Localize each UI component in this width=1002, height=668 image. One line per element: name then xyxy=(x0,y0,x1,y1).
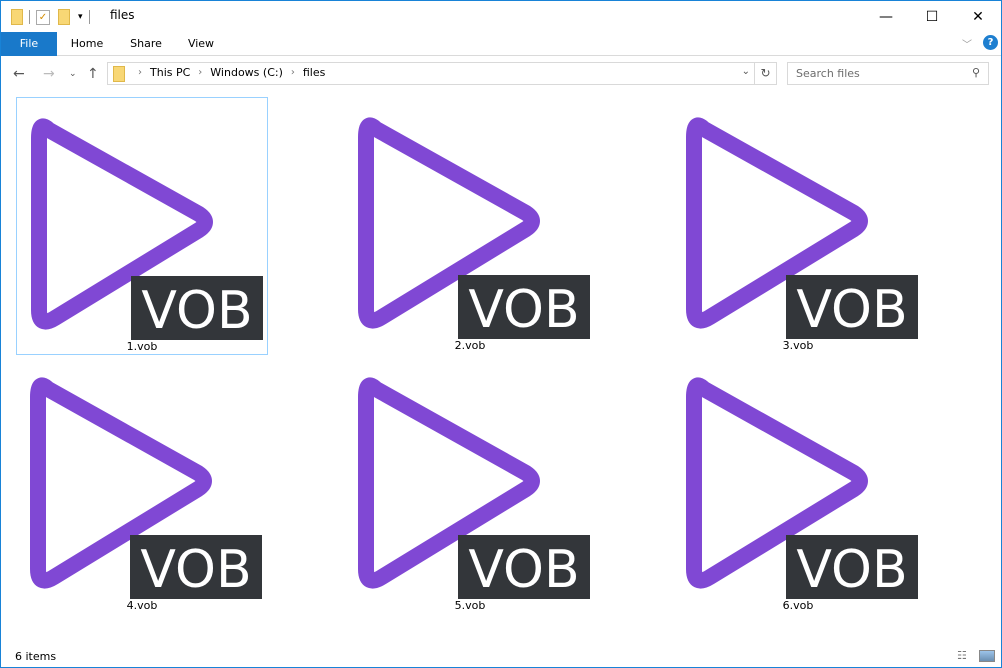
vob-file-icon: VOB xyxy=(686,117,918,340)
close-button[interactable]: ✕ xyxy=(955,1,1001,32)
help-icon[interactable]: ? xyxy=(983,35,998,50)
chevron-right-icon: › xyxy=(198,67,203,78)
navigation-bar: ← → ⌄ ↑ › This PC › Windows (C:) › files… xyxy=(1,57,1001,91)
properties-icon[interactable]: ✓ xyxy=(36,9,50,25)
vob-file-icon: VOB xyxy=(31,118,263,341)
explorer-window: ✓ ▾ files — ☐ ✕ File Home Share View ﹀ ?… xyxy=(0,0,1002,668)
tab-view[interactable]: View xyxy=(179,32,223,56)
item-count: 6 items xyxy=(15,650,57,663)
expand-ribbon-icon[interactable]: ﹀ xyxy=(962,36,972,51)
ribbon: File Home Share View ﹀ ? xyxy=(1,32,1001,56)
search-placeholder: Search files xyxy=(796,67,860,80)
file-item[interactable]: VOB 3.vob xyxy=(672,97,924,355)
breadcrumb-windows-c[interactable]: Windows (C:) xyxy=(210,66,283,79)
vob-badge-text: VOB xyxy=(468,540,579,600)
up-button[interactable]: ↑ xyxy=(87,66,99,82)
search-input[interactable]: Search files ⚲ xyxy=(787,62,989,85)
vob-file-icon: VOB xyxy=(358,117,590,340)
file-name: 2.vob xyxy=(454,339,486,352)
breadcrumb-this-pc[interactable]: This PC xyxy=(150,66,190,79)
large-icons-view-button[interactable] xyxy=(979,650,995,662)
file-name: 3.vob xyxy=(782,339,814,352)
file-name: 6.vob xyxy=(782,599,814,612)
vob-badge-text: VOB xyxy=(468,280,579,340)
recent-locations-button[interactable]: ⌄ xyxy=(69,69,77,79)
chevron-right-icon: › xyxy=(290,67,295,78)
file-list: VOB 1.vob VOB 2.vob VOB 3.vob VOB 4.vob … xyxy=(1,91,1001,641)
file-name: 1.vob xyxy=(126,340,158,353)
customize-toolbar-icon[interactable]: ▾ xyxy=(78,12,83,22)
file-item[interactable]: VOB 2.vob xyxy=(344,97,596,355)
quick-access-toolbar: ✓ ▾ xyxy=(11,8,96,26)
window-title: files xyxy=(110,8,135,22)
file-item[interactable]: VOB 5.vob xyxy=(344,357,596,615)
vob-file-icon: VOB xyxy=(358,377,590,600)
tab-share[interactable]: Share xyxy=(121,32,171,56)
vob-file-icon: VOB xyxy=(686,377,918,600)
forward-button[interactable]: → xyxy=(43,66,55,82)
title-bar: ✓ ▾ files — ☐ ✕ xyxy=(1,1,1001,32)
folder-icon xyxy=(113,66,125,82)
address-dropdown-icon[interactable]: ⌄ xyxy=(742,66,750,77)
separator xyxy=(88,10,90,24)
file-item[interactable]: VOB 1.vob xyxy=(16,97,268,355)
details-view-button[interactable]: ☷ xyxy=(957,649,967,662)
folder-icon xyxy=(11,9,23,25)
minimize-button[interactable]: — xyxy=(863,1,909,32)
tab-file[interactable]: File xyxy=(1,32,57,56)
separator xyxy=(29,10,30,24)
back-button[interactable]: ← xyxy=(13,66,25,82)
vob-badge-text: VOB xyxy=(140,540,251,600)
breadcrumb: › This PC › Windows (C:) › files xyxy=(138,66,325,79)
chevron-right-icon: › xyxy=(138,67,142,78)
vob-badge-text: VOB xyxy=(796,540,907,600)
status-bar: 6 items ☷ xyxy=(1,647,1001,667)
vob-badge-text: VOB xyxy=(141,281,252,341)
file-name: 4.vob xyxy=(126,599,158,612)
breadcrumb-files[interactable]: files xyxy=(303,66,325,79)
file-item[interactable]: VOB 4.vob xyxy=(16,357,268,615)
vob-badge-text: VOB xyxy=(796,280,907,340)
refresh-button[interactable]: ↻ xyxy=(755,62,777,85)
tab-home[interactable]: Home xyxy=(61,32,113,56)
file-item[interactable]: VOB 6.vob xyxy=(672,357,924,615)
vob-file-icon: VOB xyxy=(30,377,262,600)
address-bar[interactable]: › This PC › Windows (C:) › files ⌄ xyxy=(107,62,755,85)
search-icon: ⚲ xyxy=(971,66,980,79)
file-name: 5.vob xyxy=(454,599,486,612)
new-folder-icon[interactable] xyxy=(58,9,70,25)
maximize-button[interactable]: ☐ xyxy=(909,1,955,32)
